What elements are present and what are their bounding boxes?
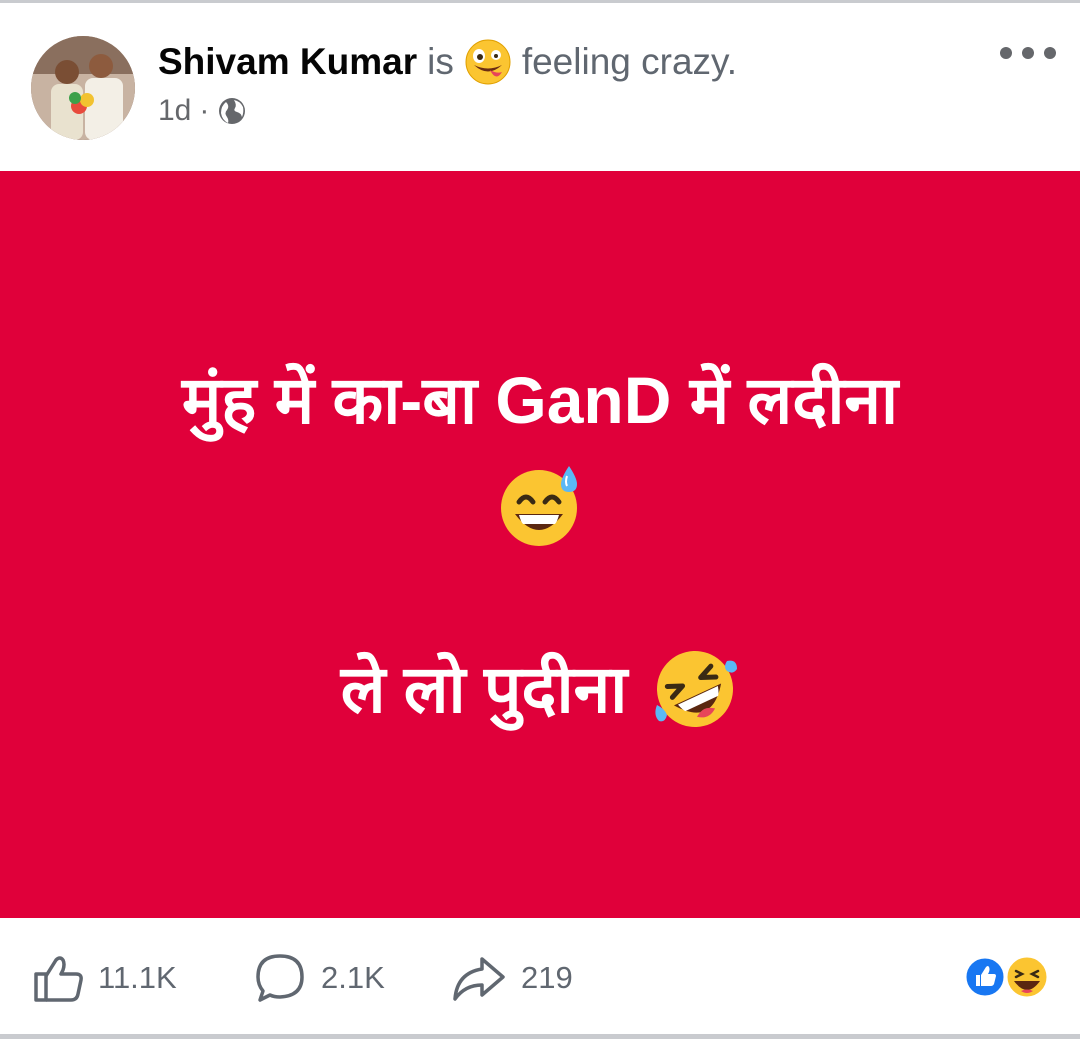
grinning-sweat-emoji-icon <box>497 462 583 548</box>
avatar[interactable] <box>31 36 135 140</box>
comment-count: 2.1K <box>321 960 385 995</box>
bottom-divider <box>0 1034 1080 1039</box>
rolling-laughing-emoji-icon <box>651 645 739 733</box>
post-card: Shivam Kumar is feeling crazy. 1d · मुंह… <box>0 0 1080 1039</box>
post-time[interactable]: 1d <box>158 92 191 130</box>
globe-icon[interactable] <box>217 96 247 126</box>
haha-reaction-icon <box>1004 954 1050 1000</box>
comment-button[interactable]: 2.1K <box>253 950 385 1006</box>
more-dot <box>1044 47 1056 59</box>
comment-icon <box>253 951 307 1005</box>
author-name[interactable]: Shivam Kumar <box>158 40 417 84</box>
reactions-summary[interactable] <box>963 953 1053 1001</box>
thumbs-up-icon <box>32 952 84 1004</box>
more-options-icon[interactable] <box>1000 38 1056 68</box>
is-text: is <box>427 41 454 82</box>
meta-separator: · <box>199 94 210 127</box>
post-text-line-1: मुंह में का-बा GanD में लदीना <box>181 363 899 437</box>
like-count: 11.1K <box>98 960 177 995</box>
post-text-line-2-row: ले लो पुदीना <box>0 645 1080 733</box>
crazy-face-emoji-icon <box>464 38 512 86</box>
feeling-text: feeling crazy. <box>521 41 738 82</box>
like-button[interactable]: 11.1K <box>32 950 177 1006</box>
share-button[interactable]: 219 <box>451 950 573 1006</box>
share-icon <box>451 953 507 1003</box>
post-text-line-2: ले लो पुदीना <box>340 652 628 726</box>
author-line: Shivam Kumar is feeling crazy. <box>158 38 737 86</box>
like-reaction-icon <box>963 955 1007 999</box>
share-count: 219 <box>521 960 573 995</box>
more-dot <box>1000 47 1012 59</box>
top-divider <box>0 0 1080 3</box>
more-dot <box>1022 47 1034 59</box>
post-meta: 1d · <box>158 92 247 130</box>
